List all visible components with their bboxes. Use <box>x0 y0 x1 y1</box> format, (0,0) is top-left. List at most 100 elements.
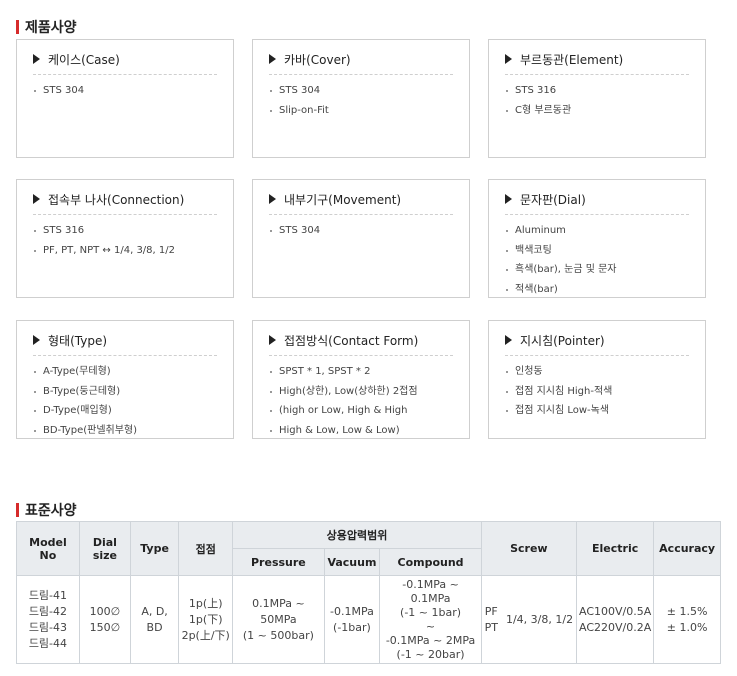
list-item: BD-Type(판넬취부형) <box>33 421 217 441</box>
spec-card-header: 문자판(Dial) <box>505 190 689 208</box>
spec-card-title: 형태(Type) <box>48 333 108 348</box>
spec-card-header: 부르동관(Element) <box>505 50 689 68</box>
cell-compound: -0.1MPa ~ 0.1MPa (-1 ~ 1bar) ~ -0.1MPa ~… <box>379 575 482 664</box>
divider <box>33 214 217 215</box>
triangle-bullet-icon <box>33 54 40 64</box>
header-model-no: Model No <box>16 521 80 576</box>
list-item: 적색(bar) <box>505 280 689 300</box>
list-item: C형 부르동관 <box>505 101 689 121</box>
triangle-bullet-icon <box>505 335 512 345</box>
spec-card-title: 카바(Cover) <box>284 52 351 67</box>
spec-card-title: 문자판(Dial) <box>520 192 586 207</box>
list-item: SPST * 1, SPST * 2 <box>269 362 453 382</box>
list-item: Slip-on-Fit <box>269 101 453 121</box>
divider <box>505 214 689 215</box>
header-pressure: Pressure <box>232 548 325 576</box>
spec-card-title: 내부기구(Movement) <box>284 192 402 207</box>
divider <box>33 74 217 75</box>
list-item: STS 316 <box>505 81 689 101</box>
header-compound: Compound <box>379 548 482 576</box>
triangle-bullet-icon <box>505 54 512 64</box>
spec-card: 문자판(Dial) Aluminum 백색코팅 흑색(bar), 눈금 및 문자 적색(… <box>488 179 706 298</box>
list-item: High(상한), Low(상하한) 2접점 <box>269 382 453 402</box>
cell-vacuum: -0.1MPa (-1bar) <box>323 575 381 664</box>
list-item: PF, PT, NPT ↔ 1/4, 3/8, 1/2 <box>33 241 217 261</box>
screw-size: 1/4, 3/8, 1/2 <box>505 612 574 626</box>
standard-spec-table: Model No Dial size Type 접점 상용압력범위 Screw … <box>16 521 721 664</box>
cell-type: A, D, BD <box>129 575 180 664</box>
spec-list: A-Type(무테형) B-Type(둥근테형) D-Type(매입형) BD-Typ… <box>33 362 217 440</box>
spec-card: 내부기구(Movement) STS 304 <box>252 179 470 298</box>
spec-card-header: 내부기구(Movement) <box>269 190 453 208</box>
header-pressure-range: 상용압력범위 <box>232 521 482 549</box>
spec-card: 지시침(Pointer) 인청동 접점 지시침 High-적색 접점 지시침 Low-… <box>488 320 706 439</box>
spec-card: 케이스(Case) STS 304 <box>16 39 234 158</box>
table-row: 드림-41 드림-42 드림-43 드림-44 100∅ 150∅ A, D, … <box>16 575 721 664</box>
divider <box>33 355 217 356</box>
spec-card-header: 접점방식(Contact Form) <box>269 331 453 349</box>
divider <box>505 74 689 75</box>
triangle-bullet-icon <box>269 335 276 345</box>
triangle-bullet-icon <box>269 54 276 64</box>
spec-card-title: 지시침(Pointer) <box>520 333 605 348</box>
list-item: Aluminum <box>505 221 689 241</box>
title-accent-bar <box>16 503 19 517</box>
list-item: STS 304 <box>33 81 217 101</box>
spec-list: SPST * 1, SPST * 2 High(상한), Low(상하한) 2접점… <box>269 362 453 440</box>
header-vacuum: Vacuum <box>323 548 381 576</box>
spec-card: 형태(Type) A-Type(무테형) B-Type(둥근테형) D-Type(매입… <box>16 320 234 439</box>
divider <box>505 355 689 356</box>
cell-pressure: 0.1MPa ~ 50MPa (1 ~ 500bar) <box>232 575 325 664</box>
spec-card: 부르동관(Element) STS 316 C형 부르동관 <box>488 39 706 158</box>
spec-card: 접속부 나사(Connection) STS 316 PF, PT, NPT ↔ 1… <box>16 179 234 298</box>
spec-card-header: 케이스(Case) <box>33 50 217 68</box>
divider <box>269 355 453 356</box>
spec-card-header: 지시침(Pointer) <box>505 331 689 349</box>
header-dial-size: Dial size <box>78 521 131 576</box>
list-item: 인청동 <box>505 362 689 382</box>
spec-list: STS 304 <box>33 81 217 101</box>
spec-card-title: 케이스(Case) <box>48 52 120 67</box>
standard-spec-title: 표준사양 <box>16 500 77 520</box>
list-item: 접점 지시침 Low-녹색 <box>505 401 689 421</box>
cell-accuracy: ± 1.5% ± 1.0% <box>653 575 721 664</box>
spec-list: Aluminum 백색코팅 흑색(bar), 눈금 및 문자 적색(bar) <box>505 221 689 299</box>
triangle-bullet-icon <box>33 194 40 204</box>
spec-card: 접점방식(Contact Form) SPST * 1, SPST * 2 High… <box>252 320 470 439</box>
spec-card: 카바(Cover) STS 304 Slip-on-Fit <box>252 39 470 158</box>
list-item: High & Low, Low & Low) <box>269 421 453 441</box>
divider <box>269 74 453 75</box>
spec-card-title: 접점방식(Contact Form) <box>284 333 419 348</box>
standard-spec-title-text: 표준사양 <box>25 503 77 519</box>
spec-card-header: 카바(Cover) <box>269 50 453 68</box>
list-item: B-Type(둥근테형) <box>33 382 217 402</box>
spec-card-header: 형태(Type) <box>33 331 217 349</box>
list-item: STS 304 <box>269 221 453 241</box>
list-item: A-Type(무테형) <box>33 362 217 382</box>
list-item: 백색코팅 <box>505 241 689 261</box>
spec-card-title: 부르동관(Element) <box>520 52 624 67</box>
divider <box>269 214 453 215</box>
title-accent-bar <box>16 20 19 34</box>
cell-dial-size: 100∅ 150∅ <box>78 575 131 664</box>
header-contact: 접점 <box>178 521 234 576</box>
cell-electric: AC100V/0.5A AC220V/0.2A <box>575 575 655 664</box>
spec-card-header: 접속부 나사(Connection) <box>33 190 217 208</box>
spec-list: 인청동 접점 지시침 High-적색 접점 지시침 Low-녹색 <box>505 362 689 421</box>
spec-list: STS 304 <box>269 221 453 241</box>
header-screw: Screw <box>480 521 578 576</box>
product-spec-title-text: 제품사양 <box>25 20 77 36</box>
list-item: D-Type(매입형) <box>33 401 217 421</box>
spec-list: STS 316 C형 부르동관 <box>505 81 689 120</box>
triangle-bullet-icon <box>269 194 276 204</box>
spec-list: STS 304 Slip-on-Fit <box>269 81 453 120</box>
cell-screw: PF PT 1/4, 3/8, 1/2 <box>480 575 578 664</box>
triangle-bullet-icon <box>33 335 40 345</box>
cell-contact: 1p(上) 1p(下) 2p(上/下) <box>178 575 234 664</box>
list-item: 접점 지시침 High-적색 <box>505 382 689 402</box>
product-spec-title: 제품사양 <box>16 17 77 37</box>
screw-type: PF PT <box>484 604 498 634</box>
header-electric: Electric <box>575 521 655 576</box>
list-item: (high or Low, High & High <box>269 401 453 421</box>
header-type: Type <box>129 521 180 576</box>
